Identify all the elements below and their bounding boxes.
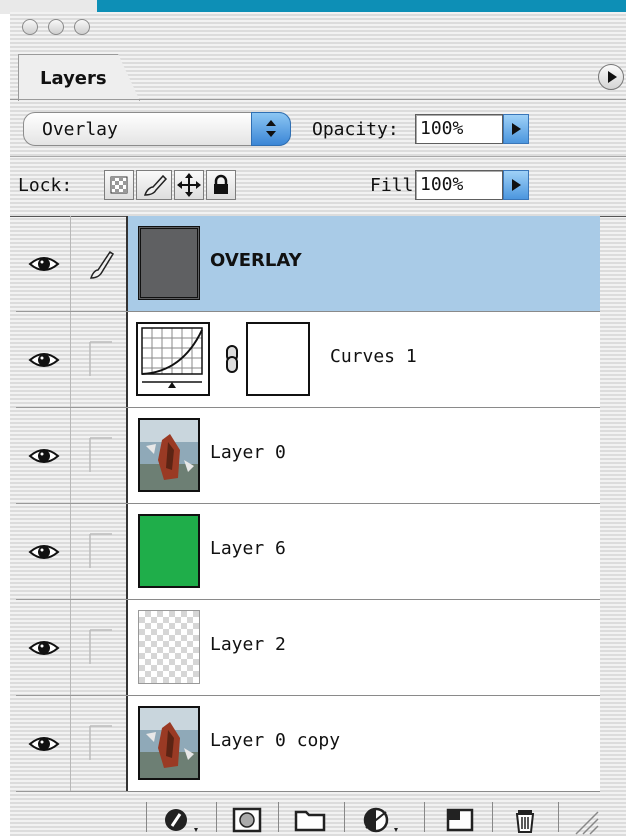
layer-row-curves[interactable]: Curves 1 [10,312,600,408]
layer-thumbnail [138,514,200,588]
link-box-icon[interactable] [86,626,116,668]
panel-menu-arrow-icon [608,71,617,83]
photo-thumbnail-icon [138,418,200,492]
layer-name[interactable]: Layer 2 [210,634,286,655]
row-divider [10,156,626,157]
chain-link-icon[interactable] [224,344,240,374]
lock-move-icon[interactable] [174,170,204,200]
link-box-icon[interactable] [86,722,116,764]
trash-icon[interactable] [510,806,540,834]
eye-icon[interactable] [28,444,60,468]
layer-content: OVERLAY [128,216,600,312]
layer-row-layer-0-copy[interactable]: Layer 0 copy [10,696,600,792]
opacity-field[interactable]: 100% [415,114,503,144]
toolbar-separator [278,802,279,832]
fill-slider-button[interactable] [503,170,529,200]
layer-content: Layer 0 [128,408,600,504]
lock-fill-row: Lock: Fill: 100% [10,158,626,214]
curves-adjustment-icon [136,322,210,396]
link-cell [70,504,128,600]
layer-content: Layer 2 [128,600,600,696]
link-cell [70,216,128,312]
link-box-icon[interactable] [86,434,116,476]
link-cell [70,696,128,792]
layer-name[interactable]: Curves 1 [330,346,417,367]
link-cell [70,600,128,696]
brush-icon[interactable] [86,242,116,284]
panel-menu-button[interactable] [598,64,624,90]
resize-grip-icon[interactable] [572,808,600,836]
lock-label: Lock: [18,175,73,196]
zoom-light-icon[interactable] [74,19,90,35]
add-mask-icon[interactable] [230,806,266,834]
layer-row-layer-0[interactable]: Layer 0 [10,408,600,504]
new-group-icon[interactable] [290,806,330,834]
toolbar-separator [424,802,425,832]
toolbar-separator [492,802,493,832]
adjustment-layer-icon[interactable] [358,806,404,834]
link-cell [70,312,128,408]
blend-opacity-row: Overlay Opacity: 100% [10,100,626,156]
visibility-cell [16,312,71,408]
layer-content: Curves 1 [128,312,600,408]
layer-name[interactable]: Layer 0 copy [210,730,340,751]
new-layer-icon[interactable] [442,806,478,834]
lock-all-icon[interactable] [206,170,236,200]
opacity-slider-button[interactable] [503,114,529,144]
tab-layers-label: Layers [40,68,107,89]
blend-mode-value: Overlay [42,119,118,140]
layer-content: Layer 6 [128,504,600,600]
toolbar-separator [216,802,217,832]
opacity-arrow-icon [512,123,521,135]
toolbar-separator [146,802,147,832]
lock-brush-icon[interactable] [136,170,172,200]
eye-icon[interactable] [28,732,60,756]
bottom-toolbar [10,792,626,836]
photo-thumbnail-icon [138,706,200,780]
fill-arrow-icon [512,179,521,191]
layer-row-overlay[interactable]: OVERLAY [10,216,600,312]
visibility-cell [16,408,71,504]
transparent-thumbnail [138,610,200,684]
layer-row-layer-6[interactable]: Layer 6 [10,504,600,600]
panel-titlebar [10,12,626,42]
opacity-label: Opacity: [312,119,399,140]
visibility-cell [16,600,71,696]
minimize-light-icon[interactable] [48,19,64,35]
layer-row-layer-2[interactable]: Layer 2 [10,600,600,696]
tab-row: Layers [10,42,626,101]
layer-thumbnail [138,226,200,300]
eye-icon[interactable] [28,252,60,276]
link-box-icon[interactable] [86,338,116,380]
visibility-cell [16,504,71,600]
layer-style-icon[interactable] [160,806,204,834]
eye-icon[interactable] [28,348,60,372]
visibility-cell [16,216,71,312]
toolbar-separator [344,802,345,832]
layer-content: Layer 0 copy [128,696,600,792]
layer-name[interactable]: Layer 6 [210,538,286,559]
layer-mask-thumbnail[interactable] [246,322,310,396]
eye-icon[interactable] [28,636,60,660]
blend-mode-select[interactable]: Overlay [23,112,291,146]
eye-icon[interactable] [28,540,60,564]
lock-transparency-icon[interactable] [104,170,134,200]
close-light-icon[interactable] [22,19,38,35]
fill-field[interactable]: 100% [415,170,503,200]
link-box-icon[interactable] [86,530,116,572]
toolbar-separator [558,802,559,832]
layer-name[interactable]: Layer 0 [210,442,286,463]
visibility-cell [16,696,71,792]
layers-list: OVERLAY Curves 1 Layer 0 Layer 6 Layer 2… [10,216,600,792]
link-cell [70,408,128,504]
blend-mode-stepper-icon[interactable] [251,112,291,146]
layers-panel: Layers Overlay Opacity: 100% Lock: Fill:… [10,12,626,836]
layer-name[interactable]: OVERLAY [210,250,302,271]
